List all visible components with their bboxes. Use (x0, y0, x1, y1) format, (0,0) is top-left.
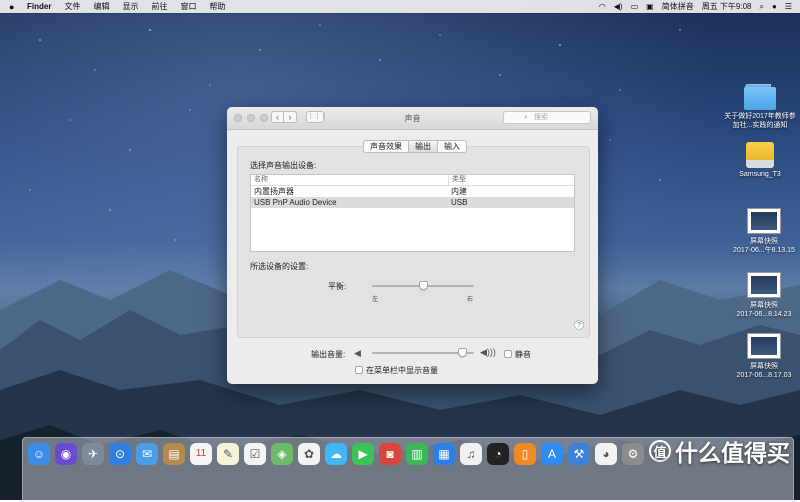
itunes-icon[interactable]: ♫ (460, 443, 482, 465)
tab-input[interactable]: 输入 (437, 140, 467, 153)
dock-icons: ☺ ◉ ✈ ⊙ ✉ ▤ 11 ✎ ☑ ◈ ✿ ☁ ▶ ◙ ▥ ▦ ♫ ◔ ▯ A ⚒ ◕ ⚙ (28, 443, 644, 465)
table-row[interactable]: 内置扬声器 内建 (251, 186, 574, 197)
menu-go[interactable]: 前往 (151, 1, 167, 12)
desktop-item-label: Samsung_T3 (739, 171, 781, 178)
external-drive-icon (746, 142, 774, 168)
device-settings-label: 所选设备的设置: (250, 262, 309, 271)
desktop-item-drive[interactable]: Samsung_T3 (724, 142, 796, 179)
menu-view[interactable]: 显示 (122, 1, 138, 12)
search-field[interactable]: ⌕ 搜索 (503, 111, 591, 124)
finder-icon[interactable]: ☺ (28, 443, 50, 465)
watermark-text: 什么值得买 (675, 440, 790, 466)
reminders-icon[interactable]: ☑ (244, 443, 266, 465)
volume-icon[interactable]: ◀) (614, 2, 623, 11)
watermark-logo: 值 (649, 440, 671, 462)
numbers-icon[interactable]: ▥ (406, 443, 428, 465)
tab-sound-effects[interactable]: 声音效果 (363, 140, 409, 153)
menu-help[interactable]: 帮助 (209, 1, 225, 12)
output-panel: 选择声音输出设备: 名称 类型 内置扬声器 内建 USB PnP Audio D… (237, 146, 590, 338)
show-volume-in-menubar-checkbox[interactable] (355, 366, 363, 374)
search-placeholder: 搜索 (534, 114, 548, 121)
safari-icon[interactable]: ⊙ (109, 443, 131, 465)
volume-low-icon: ◀ (354, 348, 361, 358)
screenshot-icon (747, 333, 781, 359)
volume-high-icon: ◀))) (480, 347, 496, 357)
launchpad-icon[interactable]: ✈ (82, 443, 104, 465)
balance-label: 平衡: (328, 282, 347, 291)
show-volume-in-menubar-label: 在菜单栏中显示音量 (366, 366, 438, 375)
siri-icon[interactable]: ◉ (55, 443, 77, 465)
desktop-item-screenshot[interactable]: 屏幕快照 2017-06...8.17.03 (728, 333, 800, 380)
column-header-name[interactable]: 名称 (251, 175, 449, 185)
calendar-icon[interactable]: 11 (190, 443, 212, 465)
user-avatar-icon[interactable]: ● (772, 2, 777, 11)
photos-icon[interactable]: ✿ (298, 443, 320, 465)
xcode-icon[interactable]: ⚒ (568, 443, 590, 465)
clock[interactable]: 周五 下午9:08 (702, 1, 752, 12)
desktop-item-screenshot[interactable]: 屏幕快照 2017-06...8.14.23 (728, 272, 800, 319)
device-name: USB PnP Audio Device (254, 198, 337, 207)
volume-slider-knob[interactable] (457, 348, 467, 357)
menu-file[interactable]: 文件 (64, 1, 80, 12)
apple-menu-icon[interactable]: ● (9, 2, 19, 12)
output-volume-label: 输出音量: (311, 350, 346, 359)
menu-bar: ● Finder 文件 编辑 显示 前往 窗口 帮助 ◠ ◀) ▭ ▣ 简体拼音… (0, 0, 800, 13)
desktop-item-label: 屏幕快照 2017-06...8.17.03 (736, 363, 792, 379)
photo-booth-icon[interactable]: ◙ (379, 443, 401, 465)
app-store-icon[interactable]: A (541, 443, 563, 465)
input-method-label[interactable]: 简体拼音 (662, 1, 694, 12)
menu-window[interactable]: 窗口 (180, 1, 196, 12)
balance-left-label: 左 (372, 297, 379, 303)
chrome-icon[interactable]: ◕ (595, 443, 617, 465)
facetime-icon[interactable]: ▶ (352, 443, 374, 465)
balance-right-label: 右 (467, 297, 474, 303)
desktop-item-label: 屏幕快照 2017-06...午8.13.15 (733, 238, 795, 254)
search-icon: ⌕ (524, 114, 528, 121)
desktop-item-label: 关于做好2017年教师参加社...实践的通知 (724, 113, 796, 129)
output-device-table: 名称 类型 内置扬声器 内建 USB PnP Audio Device USB (250, 174, 575, 252)
balance-slider-knob[interactable] (419, 281, 428, 290)
system-preferences-icon[interactable]: ⚙ (622, 443, 644, 465)
menu-app-name[interactable]: Finder (27, 2, 51, 11)
device-name: 内置扬声器 (254, 187, 294, 196)
sound-preferences-window: ‹ › ⋮⋮⋮ 声音 ⌕ 搜索 声音效果 输出 输入 选择声音输出设备: 名称 … (227, 107, 598, 384)
watermark: 值 什么值得买 (649, 434, 790, 468)
table-header: 名称 类型 (251, 175, 574, 186)
mute-checkbox[interactable] (504, 350, 512, 358)
maps-icon[interactable]: ◈ (271, 443, 293, 465)
notification-center-icon[interactable]: ☰ (785, 2, 792, 11)
spotlight-icon[interactable]: ⌕ (760, 2, 764, 12)
messages-icon[interactable]: ☁ (325, 443, 347, 465)
menu-edit[interactable]: 编辑 (93, 1, 109, 12)
folder-icon (744, 84, 776, 110)
mail-icon[interactable]: ✉ (136, 443, 158, 465)
device-type: USB (451, 198, 468, 207)
battery-icon[interactable]: ▭ (631, 2, 639, 11)
column-header-type[interactable]: 类型 (449, 175, 466, 185)
wifi-icon[interactable]: ◠ (599, 2, 606, 11)
contacts-icon[interactable]: ▤ (163, 443, 185, 465)
device-type: 内建 (451, 187, 467, 196)
input-source-icon[interactable]: ▣ (646, 2, 654, 11)
desktop-item-label: 屏幕快照 2017-06...8.14.23 (736, 302, 792, 318)
mute-label: 静音 (515, 350, 531, 359)
table-row-selected[interactable]: USB PnP Audio Device USB (251, 197, 574, 208)
screenshot-icon (747, 272, 781, 298)
help-icon[interactable]: ? (574, 320, 584, 330)
desktop-item-screenshot[interactable]: 屏幕快照 2017-06...午8.13.15 (728, 208, 800, 255)
window-titlebar[interactable]: ‹ › ⋮⋮⋮ 声音 ⌕ 搜索 (227, 107, 598, 130)
ibooks-icon[interactable]: ▯ (514, 443, 536, 465)
screenshot-icon (747, 208, 781, 234)
qq-icon[interactable]: ◔ (487, 443, 509, 465)
tab-output[interactable]: 输出 (408, 140, 438, 153)
select-device-label: 选择声音输出设备: (250, 161, 317, 170)
keynote-icon[interactable]: ▦ (433, 443, 455, 465)
desktop-item-folder[interactable]: 关于做好2017年教师参加社...实践的通知 (724, 84, 796, 130)
tab-bar: 声音效果 输出 输入 (363, 140, 467, 153)
notes-icon[interactable]: ✎ (217, 443, 239, 465)
menu-extras: ◠ ◀) ▭ ▣ 简体拼音 周五 下午9:08 ⌕ ● ☰ (599, 1, 792, 12)
